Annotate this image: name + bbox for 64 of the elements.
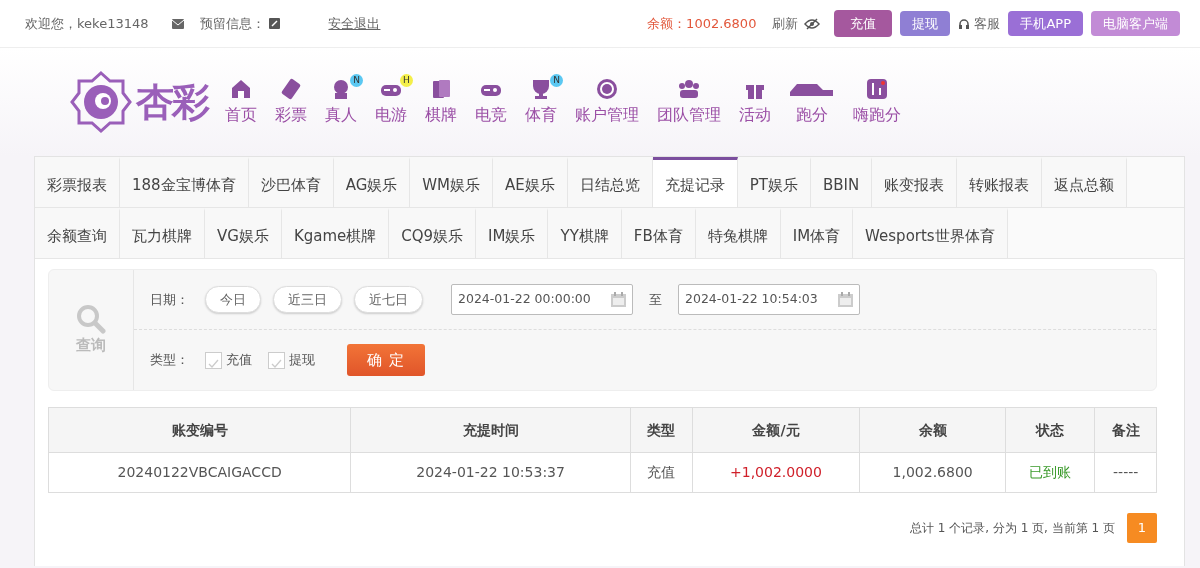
search-icon — [76, 303, 106, 334]
nav-item[interactable]: 棋牌 — [416, 77, 466, 127]
logo-text: 杏彩 — [136, 78, 208, 126]
edit-icon — [269, 18, 281, 29]
logout-link[interactable]: 安全退出 — [328, 13, 381, 34]
badge-label: N — [550, 73, 563, 87]
welcome-text: 欢迎您，keke13148 — [25, 14, 149, 33]
nav-icon — [678, 77, 700, 100]
nav-item[interactable]: 账户管理 — [566, 77, 648, 127]
column-header: 余额 — [859, 407, 1006, 453]
type-option-label: 充值 — [226, 351, 252, 370]
column-header: 账变编号 — [48, 407, 351, 453]
pagination-summary: 总计 1 个记录, 分为 1 页, 当前第 1 页 — [909, 520, 1115, 537]
nav-item[interactable]: 团队管理 — [648, 77, 730, 127]
date-label: 日期： — [150, 290, 189, 309]
column-header: 充提时间 — [350, 407, 631, 453]
calendar-icon — [838, 292, 853, 307]
badge-label: H — [400, 73, 413, 87]
column-header: 金额/元 — [692, 407, 860, 453]
column-header: 类型 — [630, 407, 693, 453]
nav-icon — [230, 77, 252, 100]
type-checkbox[interactable] — [205, 351, 222, 369]
nav-icon — [530, 77, 552, 100]
nav-item[interactable]: 嗨跑分 — [844, 77, 910, 127]
top-action-button[interactable]: 手机APP — [1008, 10, 1083, 37]
date-field[interactable]: 2024-01-22 00:00:00 — [451, 284, 633, 315]
nav-item[interactable]: 跑分 — [780, 77, 844, 127]
logo-icon — [70, 71, 132, 133]
nav-icon — [596, 77, 618, 100]
column-header: 备注 — [1094, 407, 1157, 453]
balance-text: 余额：1002.6800 — [647, 14, 757, 33]
nav-item[interactable]: 活动 — [730, 77, 780, 127]
support-link[interactable]: 客服 — [974, 13, 1001, 34]
nav-item[interactable]: 彩票 — [266, 77, 316, 127]
table-cell: ----- — [1094, 452, 1157, 493]
quick-range-button[interactable]: 近七日 — [354, 285, 423, 314]
nav-icon — [866, 77, 888, 100]
table-cell: 充值 — [630, 452, 693, 493]
date-field[interactable]: 2024-01-22 10:54:03 — [678, 284, 860, 315]
headset-icon — [958, 17, 971, 30]
table-cell: 2024-01-22 10:53:37 — [350, 452, 631, 493]
quick-range-button[interactable]: 近三日 — [273, 285, 342, 314]
badge-label: N — [350, 73, 363, 87]
mail-icon — [172, 18, 185, 29]
quick-range-button[interactable]: 今日 — [205, 285, 261, 314]
hidden-eye-icon — [804, 17, 821, 30]
top-action-button[interactable]: 充值 — [834, 9, 893, 38]
table-cell: +1,002.0000 — [692, 452, 860, 493]
table-cell: 1,002.6800 — [859, 452, 1006, 493]
nav-icon — [430, 77, 452, 100]
nav-item[interactable]: 首页 — [216, 77, 266, 127]
report-tab[interactable]: 充提记录 — [652, 157, 738, 207]
nav-item[interactable]: 电竞 — [466, 77, 516, 127]
search-label: 查询 — [76, 334, 106, 356]
table-cell: 20240122VBCAIGACCD — [48, 452, 351, 493]
type-label: 类型： — [150, 351, 189, 370]
table-cell: 已到账 — [1005, 452, 1095, 493]
type-option-label: 提现 — [289, 351, 315, 370]
column-header: 状态 — [1005, 407, 1095, 453]
notice-label: 预留信息： — [200, 14, 266, 33]
refresh-label: 刷新 — [772, 14, 799, 33]
type-checkbox[interactable] — [268, 351, 285, 369]
calendar-icon — [611, 292, 626, 307]
range-separator: 至 — [649, 290, 662, 309]
